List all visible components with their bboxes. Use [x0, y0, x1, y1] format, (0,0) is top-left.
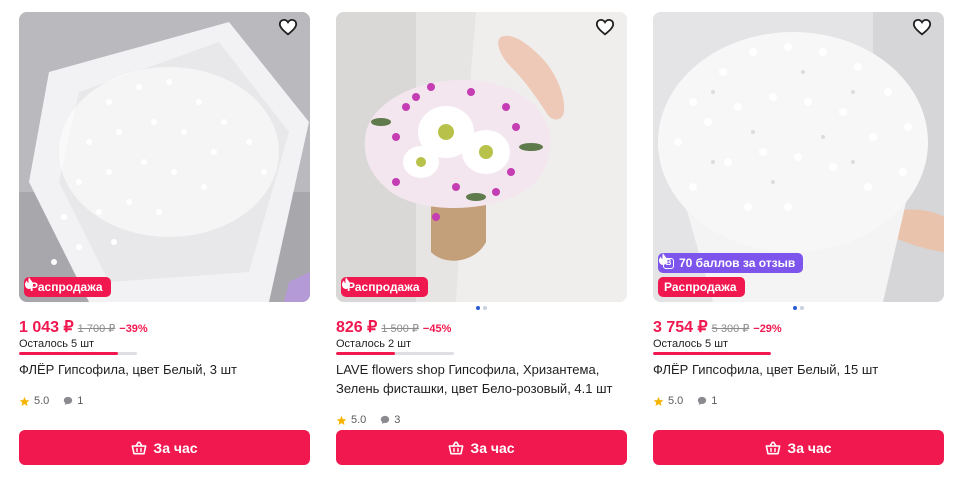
reviews-count[interactable]: 1 [77, 395, 83, 407]
delivery-button[interactable]: За час [653, 430, 944, 465]
sale-badge-label: Распродажа [347, 280, 420, 294]
star-icon [336, 415, 347, 425]
sale-badge-label: Распродажа [30, 280, 103, 294]
points-badge-label: 70 баллов за отзыв [679, 256, 796, 270]
carousel-dot[interactable] [793, 306, 797, 310]
sale-badge: Распродажа [341, 277, 428, 297]
product-card[interactable]: Распродажа 826 ₽ 1 500 ₽ −45% Осталось 2… [336, 12, 627, 468]
price-row: 1 043 ₽ 1 700 ₽ −39% [19, 317, 148, 337]
delivery-button-label: За час [787, 439, 832, 456]
old-price: 1 700 ₽ [77, 323, 116, 335]
current-price: 1 043 ₽ [19, 319, 74, 336]
carousel-dot[interactable] [800, 306, 804, 310]
heart-outline-icon [912, 18, 932, 36]
carousel-dot[interactable] [483, 306, 487, 310]
price-row: 3 754 ₽ 5 300 ₽ −29% [653, 317, 782, 337]
sale-badge-label: Распродажа [664, 280, 737, 294]
reviews-count[interactable]: 3 [394, 414, 400, 426]
heart-outline-icon [278, 18, 298, 36]
product-title[interactable]: ФЛЁР Гипсофила, цвет Белый, 15 шт [653, 360, 944, 379]
carousel-dots [653, 306, 944, 310]
basket-icon [765, 441, 781, 454]
stock-text: Осталось 5 шт [653, 338, 729, 350]
flame-icon [342, 277, 350, 289]
stock-progress-fill [653, 352, 771, 355]
reviews-count[interactable]: 1 [711, 395, 717, 407]
product-image[interactable]: Распродажа [19, 12, 310, 302]
favorite-button[interactable] [278, 18, 304, 44]
comment-bubble-icon [698, 396, 707, 405]
sale-badge: Распродажа [658, 253, 745, 297]
discount: −45% [422, 323, 452, 335]
rating-value: 5.0 [351, 414, 367, 426]
old-price: 5 300 ₽ [711, 323, 750, 335]
stock-progress [19, 352, 137, 355]
delivery-button[interactable]: За час [336, 430, 627, 465]
product-image[interactable]: Распродажа [336, 12, 627, 302]
stock-progress [336, 352, 454, 355]
basket-icon [131, 441, 147, 454]
product-title[interactable]: LAVE flowers shop Гипсофила, Хризантема,… [336, 360, 627, 398]
stock-text: Осталось 2 шт [336, 338, 412, 350]
delivery-button-label: За час [470, 439, 515, 456]
product-image[interactable]: B 70 баллов за отзыв Распродажа [653, 12, 944, 302]
product-title[interactable]: ФЛЁР Гипсофила, цвет Белый, 3 шт [19, 360, 310, 379]
points-badge: B 70 баллов за отзыв [658, 253, 804, 273]
discount: −39% [119, 323, 148, 335]
favorite-button[interactable] [595, 18, 621, 44]
product-card[interactable]: B 70 баллов за отзыв Распродажа 3 754 ₽ … [653, 12, 944, 468]
basket-icon [448, 441, 464, 454]
current-price: 826 ₽ [336, 319, 378, 336]
rating-value: 5.0 [34, 395, 50, 407]
current-price: 3 754 ₽ [653, 319, 708, 336]
rating-value: 5.0 [668, 395, 684, 407]
stock-progress [653, 352, 771, 355]
stock-text: Осталось 5 шт [19, 338, 95, 350]
comment-bubble-icon [381, 415, 390, 424]
rating-row: 5.0 3 [336, 414, 400, 426]
delivery-button[interactable]: За час [19, 430, 310, 465]
product-card[interactable]: Распродажа 1 043 ₽ 1 700 ₽ −39% Осталось… [19, 12, 310, 468]
comment-bubble-icon [64, 396, 73, 405]
rating-row: 5.0 1 [653, 395, 717, 407]
star-icon [653, 396, 664, 406]
carousel-dot[interactable] [476, 306, 480, 310]
delivery-button-label: За час [153, 439, 198, 456]
star-icon [19, 396, 30, 406]
old-price: 1 500 ₽ [381, 323, 419, 335]
stock-progress-fill [19, 352, 119, 355]
favorite-button[interactable] [912, 18, 938, 44]
carousel-dots [336, 306, 627, 310]
flame-icon [25, 277, 33, 289]
flame-icon [659, 253, 667, 265]
heart-outline-icon [595, 18, 615, 36]
stock-progress-fill [336, 352, 395, 355]
rating-row: 5.0 1 [19, 395, 83, 407]
discount: −29% [753, 323, 782, 335]
sale-badge: Распродажа [24, 277, 111, 297]
price-row: 826 ₽ 1 500 ₽ −45% [336, 317, 451, 337]
